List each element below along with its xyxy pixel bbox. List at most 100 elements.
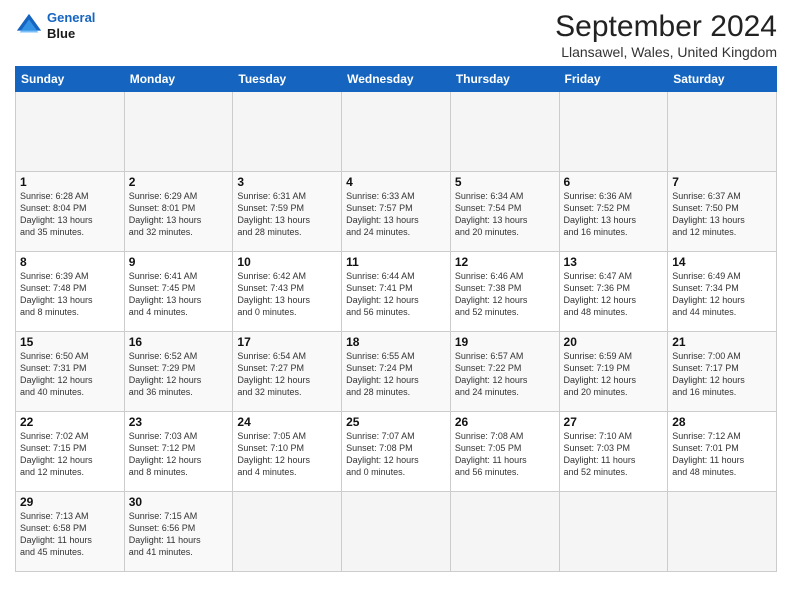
day-number: 15 <box>20 335 120 349</box>
day-number: 17 <box>237 335 337 349</box>
day-number: 6 <box>564 175 664 189</box>
day-info: Sunrise: 6:36 AM Sunset: 7:52 PM Dayligh… <box>564 190 664 239</box>
day-info: Sunrise: 6:55 AM Sunset: 7:24 PM Dayligh… <box>346 350 446 399</box>
calendar-cell: 4Sunrise: 6:33 AM Sunset: 7:57 PM Daylig… <box>342 172 451 252</box>
calendar-cell <box>668 92 777 172</box>
weekday-header-friday: Friday <box>559 67 668 92</box>
day-number: 1 <box>20 175 120 189</box>
calendar-cell: 23Sunrise: 7:03 AM Sunset: 7:12 PM Dayli… <box>124 412 233 492</box>
day-info: Sunrise: 7:15 AM Sunset: 6:56 PM Dayligh… <box>129 510 229 559</box>
calendar-cell: 10Sunrise: 6:42 AM Sunset: 7:43 PM Dayli… <box>233 252 342 332</box>
page-container: General Blue September 2024 Llansawel, W… <box>0 0 792 582</box>
day-info: Sunrise: 6:37 AM Sunset: 7:50 PM Dayligh… <box>672 190 772 239</box>
day-info: Sunrise: 7:07 AM Sunset: 7:08 PM Dayligh… <box>346 430 446 479</box>
logo-icon <box>15 12 43 40</box>
day-number: 29 <box>20 495 120 509</box>
day-info: Sunrise: 7:02 AM Sunset: 7:15 PM Dayligh… <box>20 430 120 479</box>
day-number: 12 <box>455 255 555 269</box>
calendar-cell: 2Sunrise: 6:29 AM Sunset: 8:01 PM Daylig… <box>124 172 233 252</box>
day-info: Sunrise: 6:39 AM Sunset: 7:48 PM Dayligh… <box>20 270 120 319</box>
day-number: 19 <box>455 335 555 349</box>
day-number: 27 <box>564 415 664 429</box>
day-info: Sunrise: 6:42 AM Sunset: 7:43 PM Dayligh… <box>237 270 337 319</box>
calendar-cell: 1Sunrise: 6:28 AM Sunset: 8:04 PM Daylig… <box>16 172 125 252</box>
day-info: Sunrise: 7:10 AM Sunset: 7:03 PM Dayligh… <box>564 430 664 479</box>
day-number: 25 <box>346 415 446 429</box>
calendar-cell: 26Sunrise: 7:08 AM Sunset: 7:05 PM Dayli… <box>450 412 559 492</box>
day-info: Sunrise: 7:12 AM Sunset: 7:01 PM Dayligh… <box>672 430 772 479</box>
weekday-header-tuesday: Tuesday <box>233 67 342 92</box>
day-number: 16 <box>129 335 229 349</box>
weekday-header-sunday: Sunday <box>16 67 125 92</box>
day-info: Sunrise: 6:52 AM Sunset: 7:29 PM Dayligh… <box>129 350 229 399</box>
weekday-header-row: SundayMondayTuesdayWednesdayThursdayFrid… <box>16 67 777 92</box>
day-info: Sunrise: 6:34 AM Sunset: 7:54 PM Dayligh… <box>455 190 555 239</box>
day-number: 26 <box>455 415 555 429</box>
day-number: 3 <box>237 175 337 189</box>
calendar-cell: 13Sunrise: 6:47 AM Sunset: 7:36 PM Dayli… <box>559 252 668 332</box>
calendar-cell: 3Sunrise: 6:31 AM Sunset: 7:59 PM Daylig… <box>233 172 342 252</box>
calendar-cell <box>559 92 668 172</box>
day-number: 11 <box>346 255 446 269</box>
calendar-cell <box>668 492 777 572</box>
calendar-cell: 18Sunrise: 6:55 AM Sunset: 7:24 PM Dayli… <box>342 332 451 412</box>
week-row-1: 1Sunrise: 6:28 AM Sunset: 8:04 PM Daylig… <box>16 172 777 252</box>
calendar-cell: 22Sunrise: 7:02 AM Sunset: 7:15 PM Dayli… <box>16 412 125 492</box>
calendar-cell: 8Sunrise: 6:39 AM Sunset: 7:48 PM Daylig… <box>16 252 125 332</box>
weekday-header-thursday: Thursday <box>450 67 559 92</box>
calendar-cell: 28Sunrise: 7:12 AM Sunset: 7:01 PM Dayli… <box>668 412 777 492</box>
calendar-cell: 17Sunrise: 6:54 AM Sunset: 7:27 PM Dayli… <box>233 332 342 412</box>
day-number: 14 <box>672 255 772 269</box>
calendar-cell <box>342 92 451 172</box>
calendar-cell: 25Sunrise: 7:07 AM Sunset: 7:08 PM Dayli… <box>342 412 451 492</box>
day-info: Sunrise: 7:03 AM Sunset: 7:12 PM Dayligh… <box>129 430 229 479</box>
calendar-cell <box>233 92 342 172</box>
weekday-header-wednesday: Wednesday <box>342 67 451 92</box>
location: Llansawel, Wales, United Kingdom <box>555 44 777 60</box>
calendar-cell <box>559 492 668 572</box>
weekday-header-monday: Monday <box>124 67 233 92</box>
calendar-cell: 24Sunrise: 7:05 AM Sunset: 7:10 PM Dayli… <box>233 412 342 492</box>
calendar-cell: 19Sunrise: 6:57 AM Sunset: 7:22 PM Dayli… <box>450 332 559 412</box>
calendar-cell <box>450 492 559 572</box>
calendar-cell <box>16 92 125 172</box>
day-info: Sunrise: 7:08 AM Sunset: 7:05 PM Dayligh… <box>455 430 555 479</box>
logo-text: General Blue <box>47 10 95 41</box>
day-number: 2 <box>129 175 229 189</box>
day-number: 20 <box>564 335 664 349</box>
day-info: Sunrise: 6:29 AM Sunset: 8:01 PM Dayligh… <box>129 190 229 239</box>
day-number: 28 <box>672 415 772 429</box>
day-info: Sunrise: 6:47 AM Sunset: 7:36 PM Dayligh… <box>564 270 664 319</box>
calendar-cell: 6Sunrise: 6:36 AM Sunset: 7:52 PM Daylig… <box>559 172 668 252</box>
calendar-cell: 11Sunrise: 6:44 AM Sunset: 7:41 PM Dayli… <box>342 252 451 332</box>
day-number: 23 <box>129 415 229 429</box>
day-number: 9 <box>129 255 229 269</box>
day-info: Sunrise: 6:59 AM Sunset: 7:19 PM Dayligh… <box>564 350 664 399</box>
day-info: Sunrise: 6:31 AM Sunset: 7:59 PM Dayligh… <box>237 190 337 239</box>
day-number: 7 <box>672 175 772 189</box>
logo: General Blue <box>15 10 95 41</box>
day-number: 13 <box>564 255 664 269</box>
month-title: September 2024 <box>555 10 777 44</box>
day-number: 21 <box>672 335 772 349</box>
day-number: 30 <box>129 495 229 509</box>
day-info: Sunrise: 6:41 AM Sunset: 7:45 PM Dayligh… <box>129 270 229 319</box>
day-info: Sunrise: 6:44 AM Sunset: 7:41 PM Dayligh… <box>346 270 446 319</box>
title-block: September 2024 Llansawel, Wales, United … <box>555 10 777 60</box>
calendar-cell: 29Sunrise: 7:13 AM Sunset: 6:58 PM Dayli… <box>16 492 125 572</box>
calendar-cell <box>233 492 342 572</box>
calendar-cell: 30Sunrise: 7:15 AM Sunset: 6:56 PM Dayli… <box>124 492 233 572</box>
calendar-cell: 21Sunrise: 7:00 AM Sunset: 7:17 PM Dayli… <box>668 332 777 412</box>
week-row-0 <box>16 92 777 172</box>
calendar-cell: 20Sunrise: 6:59 AM Sunset: 7:19 PM Dayli… <box>559 332 668 412</box>
calendar-table: SundayMondayTuesdayWednesdayThursdayFrid… <box>15 66 777 572</box>
day-number: 5 <box>455 175 555 189</box>
calendar-cell: 9Sunrise: 6:41 AM Sunset: 7:45 PM Daylig… <box>124 252 233 332</box>
day-info: Sunrise: 6:49 AM Sunset: 7:34 PM Dayligh… <box>672 270 772 319</box>
calendar-cell: 7Sunrise: 6:37 AM Sunset: 7:50 PM Daylig… <box>668 172 777 252</box>
week-row-5: 29Sunrise: 7:13 AM Sunset: 6:58 PM Dayli… <box>16 492 777 572</box>
day-info: Sunrise: 6:28 AM Sunset: 8:04 PM Dayligh… <box>20 190 120 239</box>
calendar-cell: 12Sunrise: 6:46 AM Sunset: 7:38 PM Dayli… <box>450 252 559 332</box>
day-number: 18 <box>346 335 446 349</box>
week-row-3: 15Sunrise: 6:50 AM Sunset: 7:31 PM Dayli… <box>16 332 777 412</box>
